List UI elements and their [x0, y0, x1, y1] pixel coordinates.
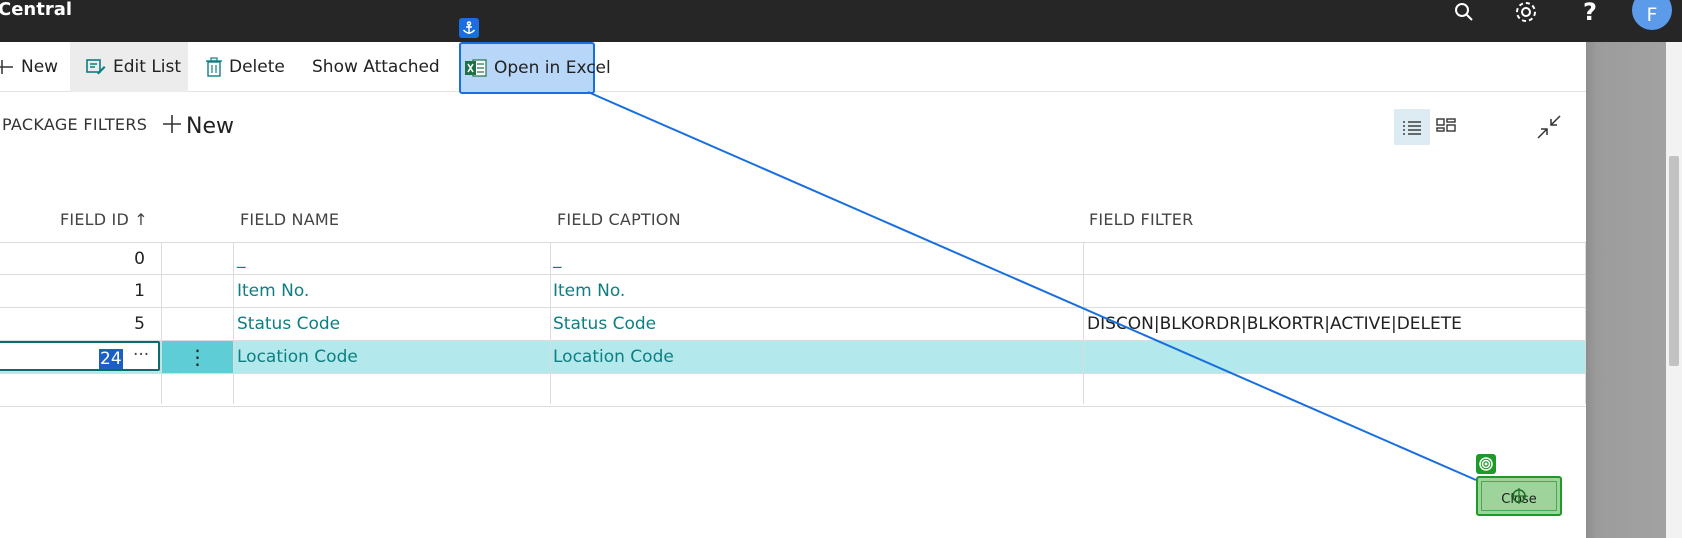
help-icon[interactable]: ? [1580, 0, 1600, 26]
column-divider [233, 242, 234, 404]
excel-icon [465, 58, 487, 78]
table-row-empty[interactable] [0, 374, 1586, 407]
edit-list-button[interactable]: Edit List [70, 42, 188, 92]
collapse-icon[interactable] [1534, 112, 1564, 142]
trash-icon [206, 57, 222, 77]
edit-list-label: Edit List [113, 57, 182, 77]
field-id-value: 24 [99, 349, 123, 369]
close-button-label: Close [1481, 481, 1557, 511]
field-id-input[interactable]: 24 ··· [0, 341, 160, 371]
open-in-excel-label: Open in Excel [494, 58, 611, 78]
show-attached-label: Show Attached [312, 57, 440, 77]
show-attached-button[interactable]: Show Attached [312, 42, 440, 92]
column-header-field-id-label: FIELD ID [60, 210, 129, 229]
field-id-cell[interactable]: 5 [0, 308, 145, 340]
field-id-cell[interactable]: 1 [0, 275, 145, 307]
sort-ascending-icon: ↑ [134, 210, 148, 229]
avatar[interactable]: F [1632, 0, 1672, 30]
field-id-cell[interactable]: 0 [0, 243, 145, 275]
row-actions-menu-icon[interactable]: ⋮ [162, 341, 233, 373]
edit-list-icon [86, 58, 106, 76]
field-caption-cell[interactable]: Status Code [553, 308, 656, 340]
gear-icon[interactable] [1512, 0, 1540, 24]
lookup-ellipsis-button[interactable]: ··· [133, 345, 149, 365]
subpage-new-button[interactable]: New [162, 111, 234, 141]
search-icon[interactable] [1450, 0, 1478, 24]
new-action-button[interactable]: New [0, 42, 62, 92]
delete-button[interactable]: Delete [206, 42, 285, 92]
column-header-field-filter[interactable]: FIELD FILTER [1089, 210, 1193, 229]
field-name-cell[interactable]: Location Code [237, 341, 358, 373]
field-filter-cell[interactable]: DISCON|BLKORDR|BLKORTR|ACTIVE|DELETE [1087, 308, 1462, 340]
column-divider [550, 242, 551, 404]
open-in-excel-button[interactable]: Open in Excel [459, 42, 611, 94]
target-icon [1476, 454, 1496, 474]
field-caption-cell[interactable]: _ [553, 243, 562, 275]
subpage-new-label: New [186, 113, 234, 139]
delete-label: Delete [229, 57, 285, 77]
table-row-selected[interactable]: 24 ··· ⋮ Location Code Location Code [0, 341, 1586, 374]
close-button[interactable]: Close [1476, 476, 1562, 516]
column-header-field-caption[interactable]: FIELD CAPTION [557, 210, 681, 229]
column-divider [161, 242, 162, 404]
new-action-label: New [21, 57, 59, 77]
action-bar: New Edit List Delete Show Attached Open … [0, 42, 1586, 94]
list-view-icon[interactable] [1394, 109, 1430, 145]
table-row[interactable]: 0 _ _ [0, 242, 1586, 275]
plus-icon [0, 59, 14, 75]
field-name-cell[interactable]: _ [237, 243, 246, 275]
field-caption-cell[interactable]: Item No. [553, 275, 625, 307]
app-bar: Central ? F [0, 0, 1682, 42]
table-row[interactable]: 5 Status Code Status Code DISCON|BLKORDR… [0, 308, 1586, 341]
subpage-title: PACKAGE FILTERS [2, 115, 148, 134]
column-divider [1585, 242, 1586, 404]
tile-view-icon[interactable] [1428, 109, 1464, 145]
anchor-icon [459, 18, 479, 38]
field-caption-cell[interactable]: Location Code [553, 341, 674, 373]
column-header-field-id[interactable]: FIELD ID ↑ [60, 210, 148, 229]
field-name-cell[interactable]: Status Code [237, 308, 340, 340]
plus-icon [162, 111, 182, 141]
app-title: Central [0, 0, 73, 20]
column-header-field-name[interactable]: FIELD NAME [240, 210, 339, 229]
table-row[interactable]: 1 Item No. Item No. [0, 275, 1586, 308]
field-name-cell[interactable]: Item No. [237, 275, 309, 307]
column-divider [1083, 242, 1084, 404]
scrollbar-thumb[interactable] [1669, 156, 1679, 366]
